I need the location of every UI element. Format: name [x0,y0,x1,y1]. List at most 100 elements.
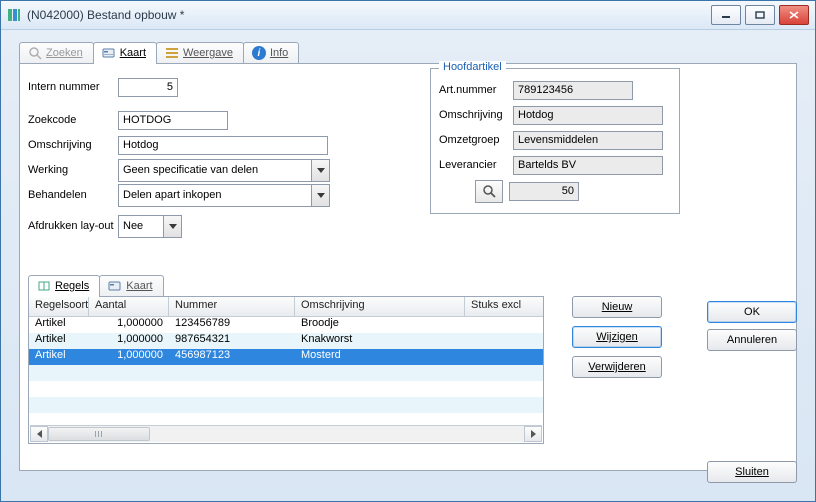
cell-nummer [169,397,295,413]
close-button[interactable] [779,5,809,25]
tab-panel-kaart: Intern nummer 5 Zoekcode Omschrijving We… [19,63,797,471]
cell-soort [29,381,89,397]
werking-label: Werking [28,164,118,176]
scroll-track[interactable] [48,427,524,441]
window-title: (N042000) Bestand opbouw * [27,8,711,22]
cell-aantal: 1,000000 [89,317,169,333]
scroll-thumb[interactable] [48,427,150,441]
afdrukken-combo[interactable]: Nee [118,215,182,238]
scroll-right-button[interactable] [524,426,542,442]
chevron-down-icon[interactable] [163,216,181,237]
col-stuks[interactable]: Stuks excl [465,297,529,316]
cell-nummer: 456987123 [169,349,295,365]
hoofdartikel-fieldset: Hoofdartikel Art.nummer 789123456 Omschr… [430,68,680,214]
cell-aantal: 1,000000 [89,349,169,365]
intern-nummer-value: 5 [118,78,178,97]
cell-nummer: 123456789 [169,317,295,333]
subtab-regels[interactable]: Regels [28,275,100,296]
behandelen-value: Delen apart inkopen [119,189,311,201]
subtab-regels-label: Regels [55,280,89,292]
behandelen-combo[interactable]: Delen apart inkopen [118,184,330,207]
omzetgroep-value: Levensmiddelen [513,131,663,150]
artnummer-label: Art.nummer [439,84,513,96]
cell-stuks [465,397,529,413]
col-aantal[interactable]: Aantal [89,297,169,316]
cell-omschrijving: Knakworst [295,333,465,349]
cell-soort [29,397,89,413]
omschrijving-input[interactable] [118,136,328,155]
cell-soort [29,365,89,381]
subtab-kaart[interactable]: Kaart [99,275,163,296]
zoekcode-label: Zoekcode [28,114,118,126]
cell-omschrijving [295,397,465,413]
minimize-button[interactable] [711,5,741,25]
sluiten-button[interactable]: Sluiten [707,461,797,483]
table-row[interactable]: Artikel1,000000456987123Mosterd [29,349,543,365]
cell-aantal [89,365,169,381]
footer-buttons: OK Annuleren [707,301,797,351]
info-icon: i [252,46,266,60]
tab-kaart-label: Kaart [120,47,146,59]
cell-aantal [89,397,169,413]
cell-omschrijving [295,381,465,397]
titlebar: (N042000) Bestand opbouw * [1,1,815,30]
cell-soort: Artikel [29,317,89,333]
nieuw-button[interactable]: Nieuw [572,296,662,318]
verwijderen-button[interactable]: Verwijderen [572,356,662,378]
cell-omschrijving: Broodje [295,317,465,333]
grid-body: Artikel1,000000123456789BroodjeArtikel1,… [29,317,543,429]
wijzigen-button[interactable]: Wijzigen [572,326,662,348]
table-row[interactable] [29,381,543,397]
tab-info[interactable]: i Info [243,42,299,63]
cell-aantal: 1,000000 [89,333,169,349]
tab-zoeken[interactable]: Zoeken [19,42,94,63]
table-row[interactable] [29,365,543,381]
chevron-down-icon[interactable] [311,160,329,181]
maximize-button[interactable] [745,5,775,25]
zoekcode-input[interactable] [118,111,228,130]
artnummer-value: 789123456 [513,81,633,100]
subtabs-area: Regels Kaart Regelsoort Aantal Nummer Om… [28,274,544,444]
hoofdartikel-legend: Hoofdartikel [439,61,506,73]
regels-grid[interactable]: Regelsoort Aantal Nummer Omschrijving St… [28,296,544,444]
cell-soort: Artikel [29,349,89,365]
leverancier-label: Leverancier [439,159,513,171]
tab-zoeken-label: Zoeken [46,47,83,59]
hoofd-omschrijving-value: Hotdog [513,106,663,125]
subtab-kaart-label: Kaart [126,280,152,292]
werking-combo[interactable]: Geen specificatie van delen [118,159,330,182]
intern-nummer-label: Intern nummer [28,81,118,93]
horizontal-scrollbar[interactable] [30,425,542,442]
scroll-left-button[interactable] [30,426,48,442]
cell-stuks [465,381,529,397]
lookup-button[interactable] [475,180,503,203]
hoofd-omschrijving-label: Omschrijving [439,109,513,121]
tab-kaart[interactable]: Kaart [93,42,157,63]
card-icon [102,46,116,60]
search-icon [28,46,42,60]
werking-value: Geen specificatie van delen [119,164,311,176]
window-frame: (N042000) Bestand opbouw * Zoeken Kaart … [0,0,816,502]
cell-stuks [465,317,529,333]
afdrukken-value: Nee [119,220,163,232]
list-icon [165,46,179,60]
form-left: Intern nummer 5 Zoekcode Omschrijving We… [28,76,428,240]
col-regelsoort[interactable]: Regelsoort [29,297,89,316]
table-row[interactable]: Artikel1,000000123456789Broodje [29,317,543,333]
ok-button[interactable]: OK [707,301,797,323]
card-icon [108,279,122,293]
cell-soort: Artikel [29,333,89,349]
table-row[interactable]: Artikel1,000000987654321Knakworst [29,333,543,349]
table-row[interactable] [29,397,543,413]
cell-aantal [89,381,169,397]
col-omschrijving[interactable]: Omschrijving [295,297,465,316]
cell-nummer: 987654321 [169,333,295,349]
cell-stuks [465,333,529,349]
col-nummer[interactable]: Nummer [169,297,295,316]
tab-info-label: Info [270,47,288,59]
tab-weergave[interactable]: Weergave [156,42,244,63]
annuleren-button[interactable]: Annuleren [707,329,797,351]
chevron-down-icon[interactable] [311,185,329,206]
behandelen-label: Behandelen [28,189,118,201]
cell-stuks [465,349,529,365]
